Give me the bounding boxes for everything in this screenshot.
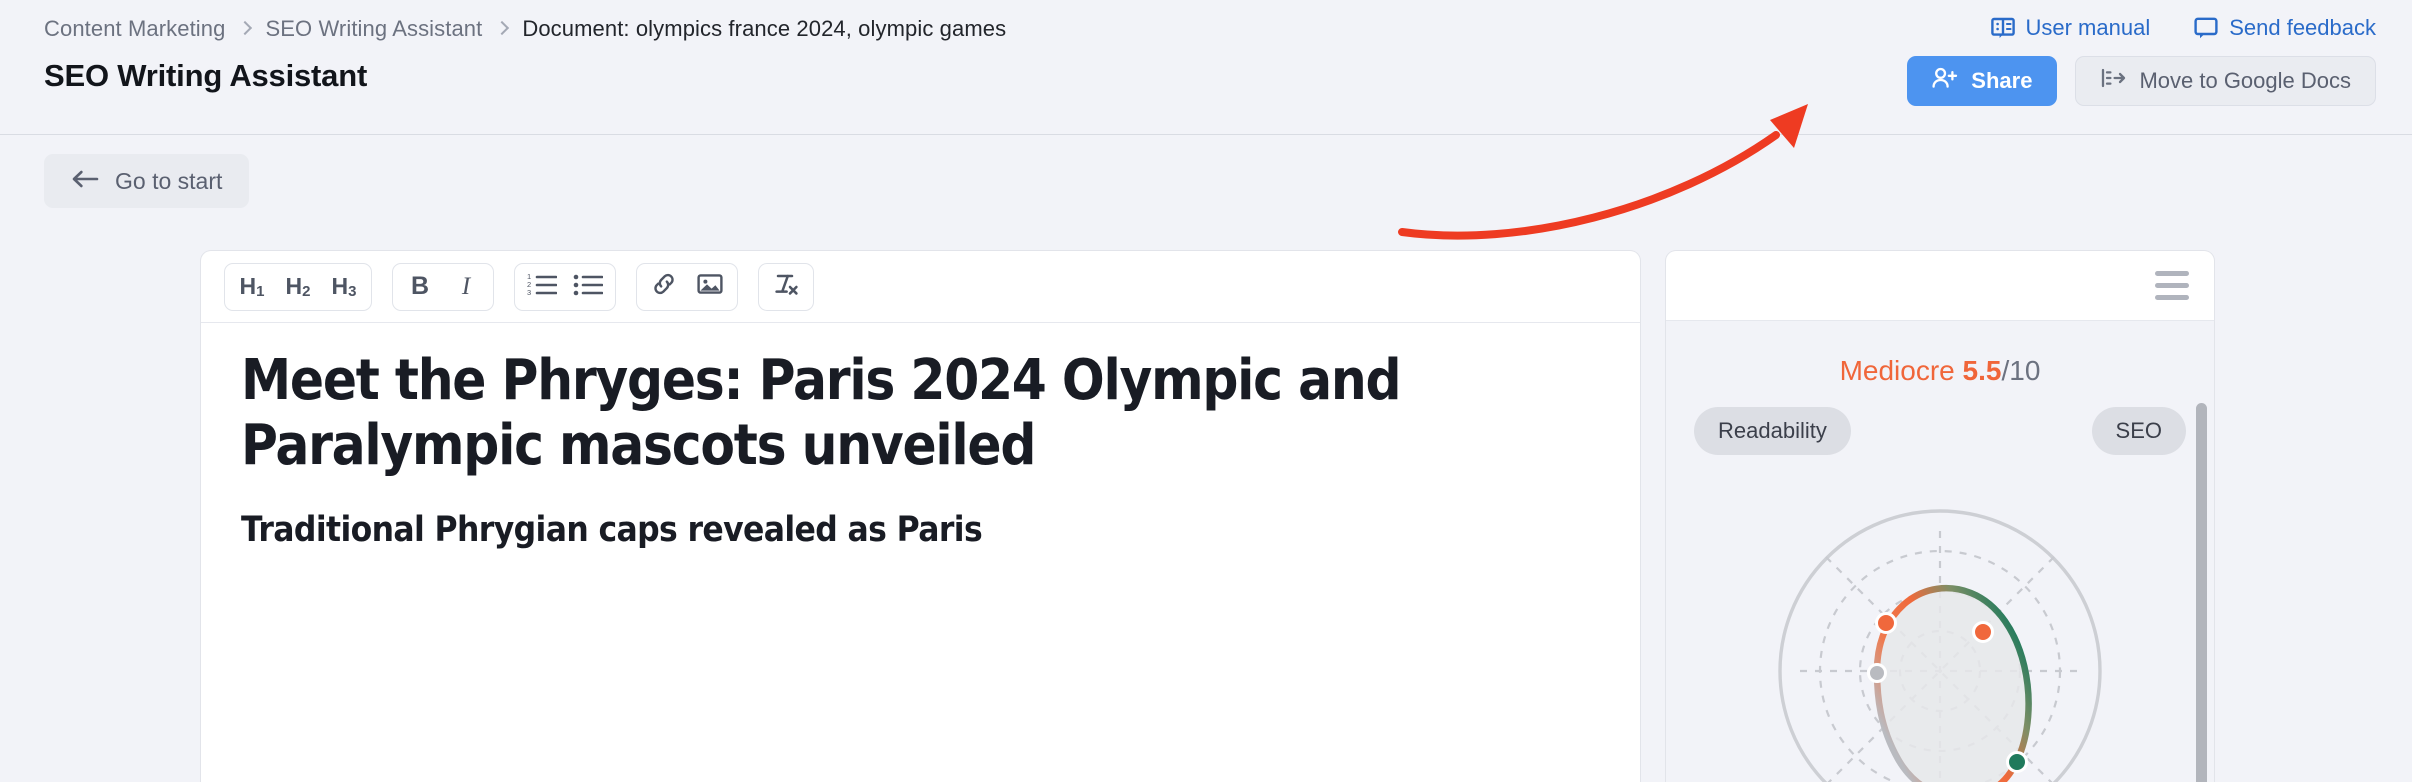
pill-readability[interactable]: Readability xyxy=(1694,407,1851,455)
toolbar-group-headings: H1 H2 H3 xyxy=(224,263,372,311)
breadcrumb-item-document: Document: olympics france 2024, olympic … xyxy=(522,16,1006,42)
toolbar-group-lists: 1 2 3 xyxy=(514,263,616,311)
heading-2-number: 2 xyxy=(302,283,310,300)
user-manual-label: User manual xyxy=(2026,15,2151,41)
document-heading-2: Traditional Phrygian caps revealed as Pa… xyxy=(241,509,1464,551)
book-icon xyxy=(1991,17,2015,39)
svg-text:3: 3 xyxy=(527,288,531,296)
move-to-google-docs-label: Move to Google Docs xyxy=(2139,68,2351,94)
pill-seo[interactable]: SEO xyxy=(2092,407,2186,455)
heading-1-button[interactable]: H1 xyxy=(231,267,273,307)
heading-3-letter: H xyxy=(332,273,349,300)
toolbar-group-inline: B I xyxy=(392,263,494,311)
link-button[interactable] xyxy=(643,267,685,307)
image-icon xyxy=(697,272,723,302)
person-add-icon xyxy=(1932,67,1958,95)
share-label: Share xyxy=(1971,68,2032,94)
user-manual-link[interactable]: User manual xyxy=(1991,15,2151,41)
heading-3-number: 3 xyxy=(348,283,356,300)
radar-point-tone xyxy=(2008,753,2027,772)
score-denominator: /10 xyxy=(2001,355,2040,386)
clear-formatting-icon xyxy=(773,272,799,302)
bullet-list-button[interactable] xyxy=(567,267,609,307)
toolbar-group-clear xyxy=(758,263,814,311)
hamburger-line xyxy=(2155,271,2189,276)
radar-point-originality xyxy=(1869,665,1886,682)
heading-1-letter: H xyxy=(240,273,257,300)
score-panel-header xyxy=(1666,251,2214,321)
radar-point-seo xyxy=(1974,623,1993,642)
document-content[interactable]: Meet the Phryges: Paris 2024 Olympic and… xyxy=(201,323,1640,551)
radar-area xyxy=(1877,588,2029,782)
clear-formatting-button[interactable] xyxy=(765,267,807,307)
italic-button[interactable]: I xyxy=(445,267,487,307)
speech-bubble-icon xyxy=(2194,17,2218,39)
send-feedback-link[interactable]: Send feedback xyxy=(2194,15,2376,41)
heading-3-button[interactable]: H3 xyxy=(323,267,365,307)
score-category-pills: Readability SEO xyxy=(1666,407,2214,455)
score-panel-scrollbar[interactable] xyxy=(2196,403,2207,782)
header-links: User manual Send feedback xyxy=(1991,4,2377,52)
bullet-list-icon xyxy=(573,272,603,302)
radar-chart-svg xyxy=(1740,471,2140,782)
bold-button[interactable]: B xyxy=(399,267,441,307)
header-actions: Share Move to Google Docs xyxy=(1907,56,2376,106)
link-icon xyxy=(651,272,677,302)
heading-2-button[interactable]: H2 xyxy=(277,267,319,307)
heading-2-letter: H xyxy=(286,273,303,300)
document-heading-1: Meet the Phryges: Paris 2024 Olympic and… xyxy=(241,349,1464,479)
chevron-right-icon xyxy=(496,19,508,39)
send-feedback-label: Send feedback xyxy=(2229,15,2376,41)
move-to-google-docs-button[interactable]: Move to Google Docs xyxy=(2075,56,2376,106)
radar-chart xyxy=(1666,471,2214,782)
overall-score: Mediocre 5.5/10 xyxy=(1666,355,2214,387)
sub-toolbar: Go to start xyxy=(0,135,2412,245)
toolbar-group-insert xyxy=(636,263,738,311)
app-header: Content Marketing SEO Writing Assistant … xyxy=(0,0,2412,135)
go-to-start-button[interactable]: Go to start xyxy=(44,154,249,208)
share-button[interactable]: Share xyxy=(1907,56,2057,106)
hamburger-line xyxy=(2155,295,2189,300)
editor-toolbar: H1 H2 H3 B I 1 2 3 xyxy=(201,251,1640,323)
breadcrumb-item-seo-writing-assistant[interactable]: SEO Writing Assistant xyxy=(265,16,482,42)
page-title: SEO Writing Assistant xyxy=(44,58,367,94)
score-label: Mediocre xyxy=(1840,355,1955,386)
chevron-right-icon xyxy=(239,19,251,39)
radar-point-readability xyxy=(1877,614,1896,633)
arrow-left-icon xyxy=(71,168,99,195)
move-out-icon xyxy=(2100,67,2126,95)
hamburger-menu-icon[interactable] xyxy=(2155,271,2189,300)
score-value: 5.5 xyxy=(1963,355,2002,386)
score-panel-body: Mediocre 5.5/10 Readability SEO xyxy=(1666,321,2214,782)
go-to-start-label: Go to start xyxy=(115,168,222,195)
hamburger-line xyxy=(2155,283,2189,288)
document-editor-panel: H1 H2 H3 B I 1 2 3 xyxy=(200,250,1641,782)
ordered-list-icon: 1 2 3 xyxy=(527,272,557,302)
score-panel: Mediocre 5.5/10 Readability SEO xyxy=(1665,250,2215,782)
breadcrumb-item-content-marketing[interactable]: Content Marketing xyxy=(44,16,225,42)
ordered-list-button[interactable]: 1 2 3 xyxy=(521,267,563,307)
breadcrumb: Content Marketing SEO Writing Assistant … xyxy=(44,0,1006,58)
image-button[interactable] xyxy=(689,267,731,307)
heading-1-number: 1 xyxy=(256,283,264,300)
